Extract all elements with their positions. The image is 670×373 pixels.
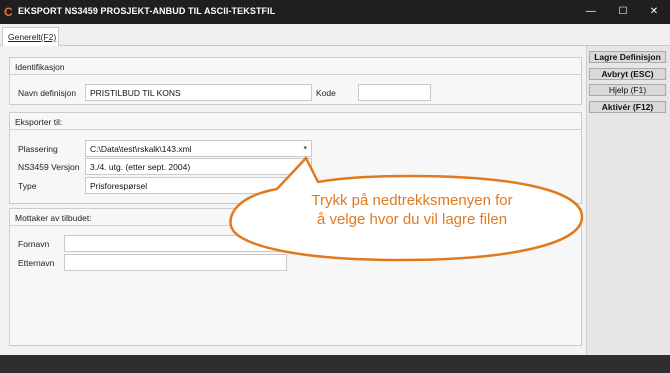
version-dropdown[interactable]: 3./4. utg. (etter sept. 2004) ▾ — [85, 158, 312, 175]
activate-button[interactable]: Aktivér (F12) — [589, 101, 666, 113]
location-value: C:\Data\test\rskalk\143.xml — [90, 144, 192, 154]
callout-line-1: Trykk på nedtrekksmenyen for — [311, 192, 513, 209]
chevron-down-icon[interactable]: ▾ — [303, 144, 307, 152]
version-value: 3./4. utg. (etter sept. 2004) — [90, 162, 191, 172]
divider — [10, 129, 581, 130]
window-title: EKSPORT NS3459 PROSJEKT-ANBUD TIL ASCII-… — [18, 6, 276, 16]
name-definition-label: Navn definisjon — [18, 88, 77, 98]
last-name-label: Etternavn — [18, 258, 55, 268]
divider — [10, 74, 581, 75]
type-value: Prisforespørsel — [90, 181, 148, 191]
version-label: NS3459 Versjon — [18, 162, 80, 172]
app-logo-icon: C — [4, 5, 13, 19]
callout-line-2: å velge hvor du vil lagre filen — [316, 211, 508, 228]
help-button[interactable]: Hjelp (F1) — [589, 84, 666, 96]
title-bar: C EKSPORT NS3459 PROSJEKT-ANBUD TIL ASCI… — [0, 0, 670, 24]
type-label: Type — [18, 181, 37, 191]
recipient-group-title: Mottaker av tilbudet: — [15, 213, 92, 223]
first-name-label: Fornavn — [18, 239, 50, 249]
save-definition-button[interactable]: Lagre Definisjon — [589, 51, 666, 63]
location-dropdown[interactable]: C:\Data\test\rskalk\143.xml ▾ — [85, 140, 312, 157]
status-bar — [0, 355, 670, 373]
chevron-down-icon[interactable]: ▾ — [303, 181, 307, 189]
code-input[interactable] — [358, 84, 431, 101]
identification-group-title: Identifikasjon — [15, 62, 65, 72]
location-label: Plassering — [18, 144, 58, 154]
code-label: Kode — [316, 88, 336, 98]
close-button[interactable]: ✕ — [642, 4, 666, 20]
tab-general-label: Generelt(F2) — [8, 32, 57, 42]
callout-text: Trykk på nedtrekksmenyen for å velge hvo… — [262, 191, 562, 229]
chevron-down-icon[interactable]: ▾ — [303, 162, 307, 170]
tab-strip: Generelt(F2) — [0, 24, 670, 47]
last-name-input[interactable] — [64, 254, 287, 271]
tab-general[interactable]: Generelt(F2) — [2, 27, 59, 47]
minimize-button[interactable]: — — [579, 4, 603, 20]
name-definition-input[interactable]: PRISTILBUD TIL KONS — [85, 84, 312, 101]
export-to-group-title: Eksporter til: — [15, 117, 63, 127]
maximize-button[interactable]: ☐ — [611, 4, 635, 20]
cancel-button[interactable]: Avbryt (ESC) — [589, 68, 666, 80]
first-name-input[interactable] — [64, 235, 287, 252]
